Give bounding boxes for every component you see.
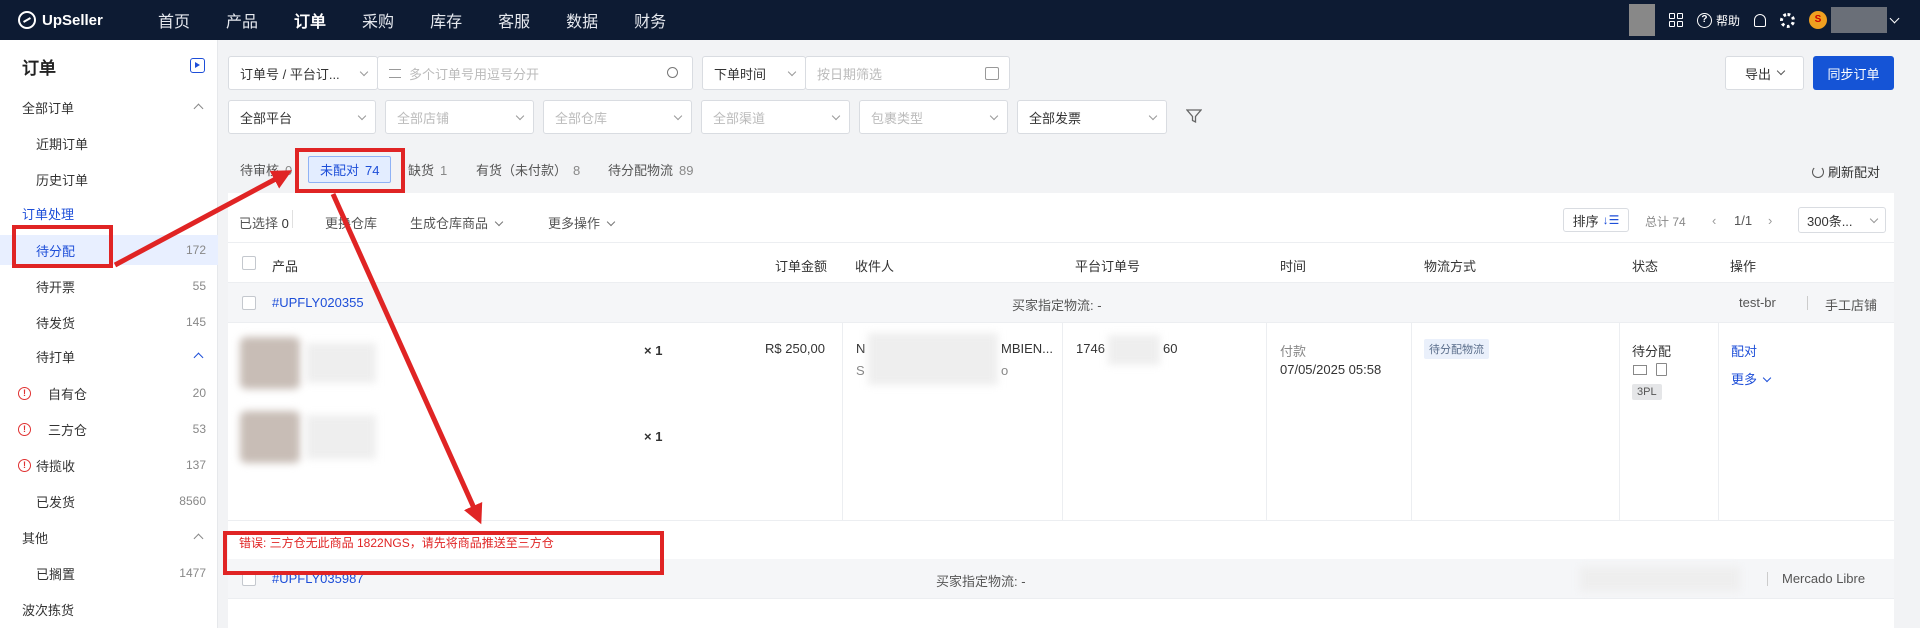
- annotation-arrows: [113, 170, 483, 525]
- arrow-to-unmatched-tab: [113, 170, 293, 268]
- arrow-to-error: [330, 192, 483, 525]
